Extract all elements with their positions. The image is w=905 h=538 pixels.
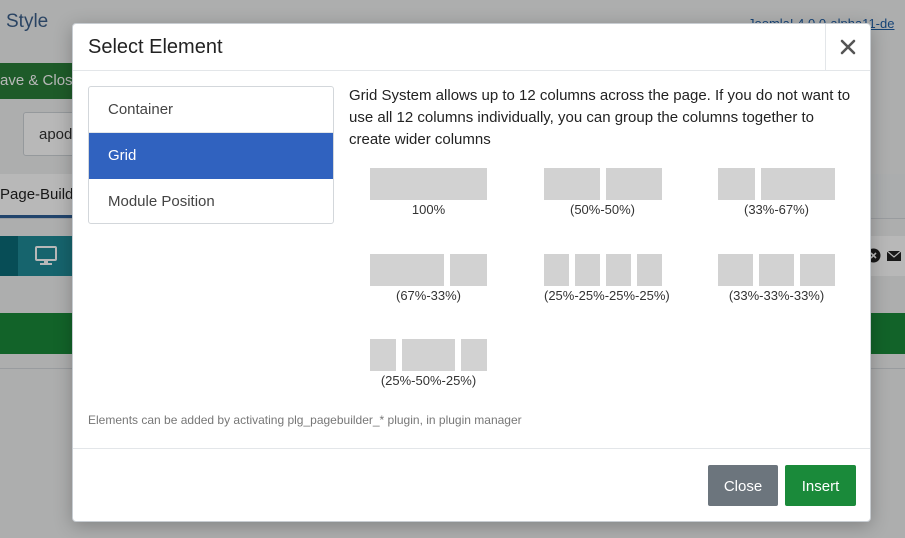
grid-option[interactable]: (67%-33%) <box>370 254 510 303</box>
grid-column-block <box>718 168 755 200</box>
insert-button[interactable]: Insert <box>785 465 856 506</box>
grid-option[interactable]: (33%-33%-33%) <box>718 254 858 303</box>
element-type-list: Container Grid Module Position <box>88 86 334 224</box>
grid-option-label: (25%-25%-25%-25%) <box>544 288 670 303</box>
grid-option[interactable]: (50%-50%) <box>544 168 684 217</box>
grid-column-block <box>800 254 835 286</box>
grid-preview <box>718 254 835 286</box>
grid-preview <box>370 339 487 371</box>
grid-preview <box>544 168 662 200</box>
grid-column-block <box>370 339 396 371</box>
grid-column-block <box>718 254 753 286</box>
close-icon <box>840 39 856 55</box>
grid-column-block <box>402 339 455 371</box>
grid-column-block <box>544 168 600 200</box>
sidebar-item-module-position[interactable]: Module Position <box>89 179 333 223</box>
grid-option-label: (33%-67%) <box>743 202 810 217</box>
grid-column-block <box>370 254 444 286</box>
grid-column-block <box>370 168 487 200</box>
grid-option[interactable]: (25%-25%-25%-25%) <box>544 254 684 303</box>
grid-column-block <box>761 168 835 200</box>
grid-column-block <box>450 254 487 286</box>
grid-option[interactable]: (25%-50%-25%) <box>370 339 510 388</box>
modal-header: Select Element <box>73 24 870 71</box>
grid-option-label: (25%-50%-25%) <box>380 373 477 388</box>
plugin-hint: Elements can be added by activating plg_… <box>88 413 522 427</box>
grid-column-block <box>606 254 631 286</box>
close-button[interactable]: Close <box>708 465 778 506</box>
grid-column-block <box>544 254 569 286</box>
grid-option-label: (33%-33%-33%) <box>728 288 825 303</box>
grid-preview <box>718 168 835 200</box>
grid-option-label: (67%-33%) <box>395 288 462 303</box>
grid-column-block <box>759 254 794 286</box>
grid-option-label: 100% <box>411 202 446 217</box>
modal-title: Select Element <box>88 36 223 58</box>
grid-column-block <box>461 339 487 371</box>
modal-close-button[interactable] <box>825 24 870 70</box>
grid-column-block <box>637 254 662 286</box>
grid-option[interactable]: (33%-67%) <box>718 168 858 217</box>
grid-preview <box>370 254 487 286</box>
modal-footer: Close Insert <box>73 448 870 521</box>
grid-column-block <box>606 168 662 200</box>
grid-preview <box>544 254 662 286</box>
grid-preview <box>370 168 487 200</box>
select-element-modal: Select Element Container Grid Module Posit… <box>72 23 871 522</box>
sidebar-item-grid[interactable]: Grid <box>89 133 333 179</box>
grid-description: Grid System allows up to 12 columns acro… <box>349 87 851 148</box>
grid-option-label: (50%-50%) <box>569 202 636 217</box>
grid-column-block <box>575 254 600 286</box>
grid-option[interactable]: 100% <box>370 168 510 217</box>
sidebar-item-container[interactable]: Container <box>89 87 333 133</box>
